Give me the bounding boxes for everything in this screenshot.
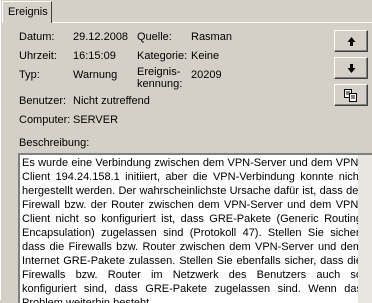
- uhrzeit-value: 16:15:09: [73, 50, 116, 62]
- computer-value: SERVER: [73, 114, 119, 126]
- typ-label: Typ:: [19, 69, 40, 81]
- arrow-down-icon: [347, 63, 355, 73]
- benutzer-value: Nicht zutreffend: [73, 95, 150, 107]
- computer-label: Computer:: [19, 114, 71, 126]
- benutzer-label: Benutzer:: [19, 95, 67, 107]
- next-event-button[interactable]: [334, 57, 368, 79]
- description-scrollbar[interactable]: [358, 155, 372, 303]
- description-textarea[interactable]: Es wurde eine Verbindung zwischen dem VP…: [18, 153, 372, 303]
- datum-value: 29.12.2008: [73, 31, 129, 43]
- uhrzeit-label: Uhrzeit:: [19, 50, 57, 62]
- copy-button[interactable]: [334, 84, 368, 106]
- quelle-value: Rasman: [191, 31, 232, 43]
- typ-value: Warnung: [73, 69, 118, 81]
- kategorie-value: Keine: [191, 50, 220, 62]
- previous-event-button[interactable]: [334, 30, 368, 52]
- arrow-up-icon: [347, 36, 355, 46]
- kennung-value: 20209: [191, 69, 222, 81]
- panel-border: [0, 0, 1, 300]
- copy-icon: [344, 88, 357, 102]
- description-label: Beschreibung:: [19, 137, 90, 149]
- tab-ereignis[interactable]: Ereignis: [2, 1, 52, 23]
- kategorie-label: Kategorie:: [137, 50, 188, 62]
- tab-bar: Ereignis: [0, 0, 372, 24]
- panel-top-border: [52, 22, 372, 23]
- description-text: Es wurde eine Verbindung zwischen dem VP…: [22, 157, 362, 303]
- datum-label: Datum:: [19, 31, 55, 43]
- kennung-label-line2: kennung:: [137, 78, 183, 90]
- quelle-label: Quelle:: [137, 31, 172, 43]
